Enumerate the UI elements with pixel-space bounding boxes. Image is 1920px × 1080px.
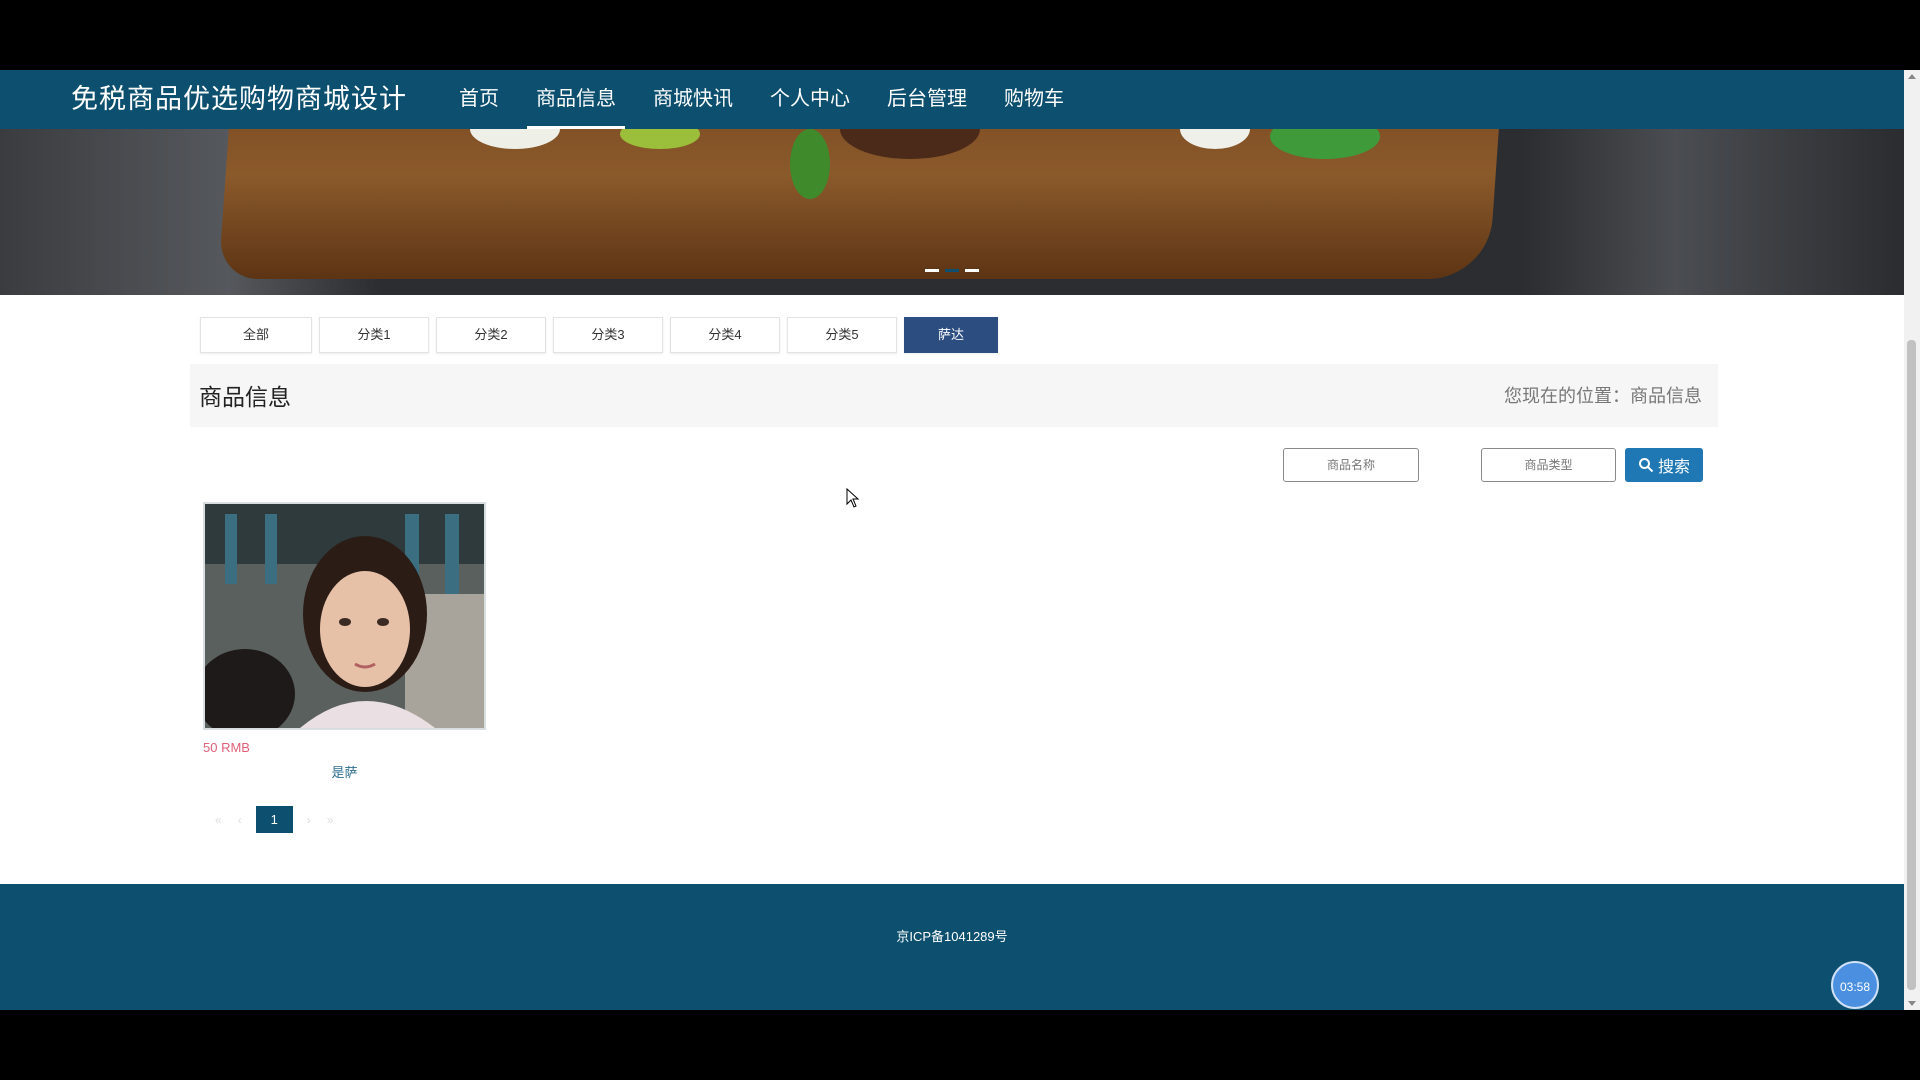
page-current[interactable]: 1	[255, 806, 293, 833]
scroll-down-icon[interactable]	[1908, 1001, 1916, 1006]
page-prev[interactable]: ‹	[230, 813, 250, 827]
pagination: « ‹ 1 › »	[207, 806, 341, 833]
tab-category-5[interactable]: 分类5	[787, 317, 897, 353]
product-price: 50 RMB	[203, 740, 250, 755]
nav-admin[interactable]: 后台管理	[878, 70, 976, 129]
nav-home[interactable]: 首页	[450, 70, 508, 129]
product-type-input[interactable]	[1481, 448, 1616, 482]
top-navbar: 免税商品优选购物商城设计 首页 商品信息 商城快讯 个人中心 后台管理 购物车	[0, 70, 1904, 129]
product-photo	[205, 504, 484, 728]
product-card: 50 RMB 是萨	[203, 502, 486, 780]
page-scrollbar[interactable]	[1904, 70, 1920, 1010]
search-button-label: 搜索	[1657, 459, 1690, 476]
nav-personal-center[interactable]: 个人中心	[761, 70, 859, 129]
carousel-dot-active[interactable]	[945, 269, 959, 272]
nav-products[interactable]: 商品信息	[527, 70, 625, 129]
search-icon	[1638, 458, 1654, 473]
banner-carousel[interactable]	[0, 129, 1904, 295]
product-name-input[interactable]	[1283, 448, 1419, 482]
mouse-cursor-icon	[846, 488, 860, 508]
carousel-dot[interactable]	[925, 269, 939, 272]
page-title: 商品信息	[199, 384, 291, 410]
carousel-dot[interactable]	[965, 269, 979, 272]
scrollbar-thumb[interactable]	[1907, 340, 1916, 990]
nav-news[interactable]: 商城快讯	[644, 70, 742, 129]
tab-category-4[interactable]: 分类4	[670, 317, 780, 353]
category-tabs: 全部 分类1 分类2 分类3 分类4 分类5 萨达	[200, 317, 1005, 353]
tab-all[interactable]: 全部	[200, 317, 312, 353]
breadcrumb: 您现在的位置：商品信息	[1504, 386, 1702, 406]
main-nav: 首页 商品信息 商城快讯 个人中心 后台管理 购物车	[450, 70, 1092, 129]
site-title[interactable]: 免税商品优选购物商城设计	[71, 82, 407, 116]
page-last[interactable]: »	[319, 813, 342, 827]
page-next[interactable]: ›	[299, 813, 319, 827]
section-header: 商品信息 您现在的位置：商品信息	[190, 364, 1718, 427]
product-image[interactable]	[203, 502, 486, 730]
tab-category-1[interactable]: 分类1	[319, 317, 429, 353]
timer-badge[interactable]: 03:58	[1831, 961, 1879, 1009]
tab-category-2[interactable]: 分类2	[436, 317, 546, 353]
tab-category-3[interactable]: 分类3	[553, 317, 663, 353]
scroll-up-icon[interactable]	[1908, 74, 1916, 79]
product-name-link[interactable]: 是萨	[203, 762, 486, 781]
footer: 京ICP备1041289号	[0, 884, 1904, 1010]
search-button[interactable]: 搜索	[1625, 448, 1703, 482]
banner-decoration	[790, 129, 830, 199]
carousel-indicators	[925, 269, 979, 272]
page-viewport: 免税商品优选购物商城设计 首页 商品信息 商城快讯 个人中心 后台管理 购物车 …	[0, 70, 1904, 1010]
nav-cart[interactable]: 购物车	[995, 70, 1073, 129]
page-first[interactable]: «	[207, 813, 230, 827]
icp-record[interactable]: 京ICP备1041289号	[0, 926, 1904, 945]
tab-category-sada[interactable]: 萨达	[904, 317, 998, 353]
